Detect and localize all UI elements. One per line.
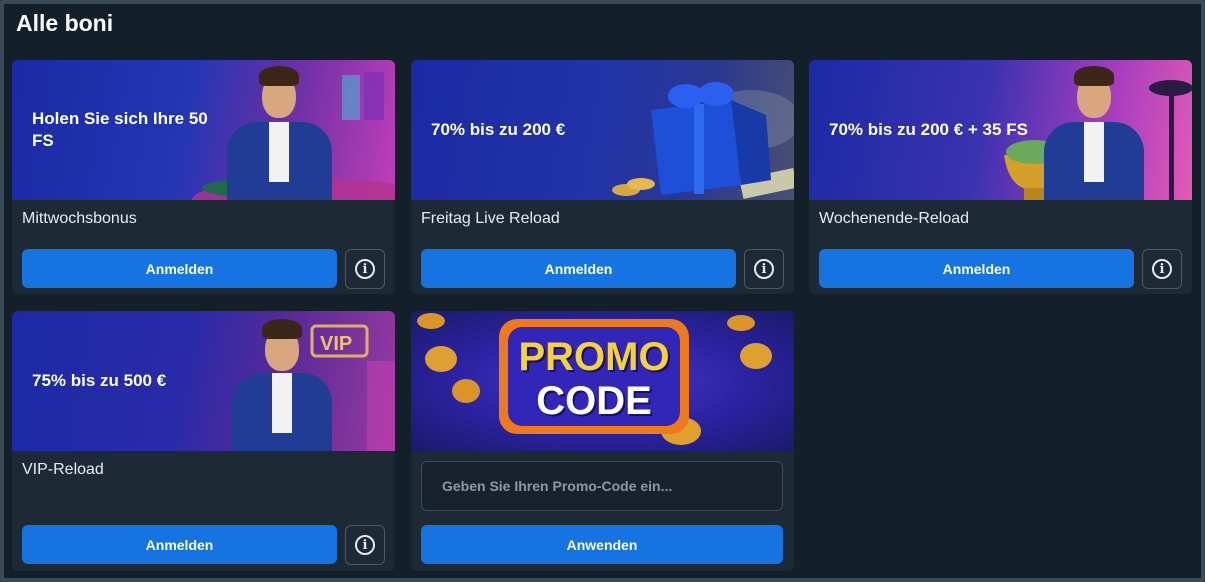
info-button[interactable]: i <box>345 525 385 565</box>
bonus-title: Mittwochsbonus <box>22 210 137 227</box>
info-icon: i <box>1152 259 1172 279</box>
svg-text:VIP: VIP <box>320 333 352 355</box>
activate-button[interactable]: Anmelden <box>819 249 1134 288</box>
info-icon: i <box>355 535 375 555</box>
bonus-banner-text: 70% bis zu 200 € + 35 FS <box>829 120 1028 139</box>
bonus-banner: VIP 75% bis zu 500 € <box>12 311 395 451</box>
info-button[interactable]: i <box>345 249 385 289</box>
info-icon: i <box>355 259 375 279</box>
bonus-banner: Holen Sie sich Ihre 50 FS <box>12 60 395 200</box>
activate-button[interactable]: Anmelden <box>421 249 736 288</box>
promo-code-input[interactable] <box>421 461 783 511</box>
promo-sign-text: PROMO CODE <box>506 335 682 423</box>
bonus-card-wochenende: 70% bis zu 200 € + 35 FS Wochenende-Relo… <box>809 60 1192 294</box>
bonus-title: VIP-Reload <box>22 461 104 478</box>
info-icon: i <box>754 259 774 279</box>
bonus-title: Wochenende-Reload <box>819 210 970 227</box>
bonus-banner: 70% bis zu 200 € <box>411 60 794 200</box>
page-title: Alle boni <box>16 10 114 36</box>
bonus-banner-text: 70% bis zu 200 € <box>431 120 566 139</box>
bonus-banner-text: 75% bis zu 500 € <box>32 371 167 390</box>
activate-button[interactable]: Anmelden <box>22 249 337 288</box>
promo-word: PROMO <box>518 335 670 379</box>
bonus-card-vip: VIP 75% bis zu 500 € VIP-Reload Anmelden… <box>12 311 395 571</box>
bonus-card-freitag: 70% bis zu 200 € Freitag Live Reload Anm… <box>411 60 794 294</box>
info-button[interactable]: i <box>1142 249 1182 289</box>
bonuses-panel: Alle boni Holen Sie sich Ihre 50 FS Mitt… <box>0 0 1205 582</box>
bonus-title: Freitag Live Reload <box>421 210 560 227</box>
code-word: CODE <box>536 379 652 423</box>
info-button[interactable]: i <box>744 249 784 289</box>
bonus-card-mittwochsbonus: Holen Sie sich Ihre 50 FS Mittwochsbonus… <box>12 60 395 294</box>
activate-button[interactable]: Anmelden <box>22 525 337 564</box>
apply-button[interactable]: Anwenden <box>421 525 783 564</box>
promo-banner: PROMO CODE <box>411 311 794 451</box>
bonus-banner-text: Holen Sie sich Ihre 50 FS <box>32 109 208 150</box>
bonus-banner: 70% bis zu 200 € + 35 FS <box>809 60 1192 200</box>
promo-code-card: PROMO CODE Anwenden <box>411 311 794 571</box>
